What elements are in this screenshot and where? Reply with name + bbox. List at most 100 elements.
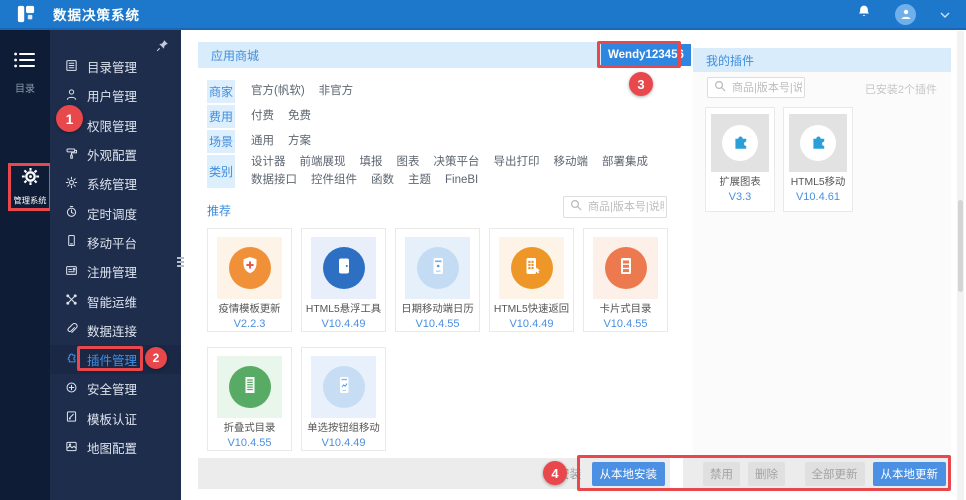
local-update-button[interactable]: 从本地更新 <box>872 461 946 486</box>
update-all-button[interactable]: 全部更新 <box>804 461 865 486</box>
sidebar-item-schedule[interactable]: 定时调度 <box>50 198 181 227</box>
rail-admin-label: 管理系统 <box>13 196 47 206</box>
filter-option[interactable]: 通用 <box>251 134 274 149</box>
plugin-version: V10.4.49 <box>509 318 554 330</box>
id-card-icon <box>65 264 78 280</box>
my-plugins-panel: 我的插件 已安装2个插件 扩展图表 V3.3 HTML5移动 V10.4.61 <box>693 48 951 457</box>
plugin-version: V2.2.3 <box>233 318 266 330</box>
plugin-version: V10.4.55 <box>603 318 648 330</box>
store-search-input[interactable] <box>586 200 666 214</box>
filter-option[interactable]: 方案 <box>288 134 311 149</box>
filter-option[interactable]: 数据接口 <box>251 173 297 188</box>
sidebar-item-label: 外观配置 <box>87 149 138 164</box>
catalog-icon <box>65 59 78 75</box>
delete-button[interactable]: 删除 <box>748 461 785 486</box>
filter-option[interactable]: 移动端 <box>554 155 589 170</box>
sidebar-item-label: 数据连接 <box>87 324 138 339</box>
plugin-version: V10.4.55 <box>227 437 272 449</box>
sidebar-item-users[interactable]: 用户管理 <box>50 81 181 110</box>
filter-option[interactable]: 导出打印 <box>494 155 540 170</box>
my-plugins-footer-bar: 禁用 删除 全部更新 从本地更新 <box>683 458 951 489</box>
my-plugins-search-input[interactable] <box>730 80 804 95</box>
filter-option[interactable]: 非官方 <box>319 84 354 99</box>
sidebar-collapse-handle[interactable] <box>177 257 184 269</box>
filter-label: 场景 <box>207 130 235 153</box>
filter-option[interactable]: 部署集成 <box>602 155 648 170</box>
filter-row: 商家 官方(帆软) 非官方 <box>207 80 668 103</box>
filter-option[interactable]: FineBI <box>445 173 478 188</box>
sidebar-item-permissions[interactable]: 权限管理 <box>50 111 181 140</box>
my-plugins-search <box>707 77 805 98</box>
plugin-card[interactable]: 折叠式目录 V10.4.55 <box>207 347 292 451</box>
disable-button[interactable]: 禁用 <box>703 461 740 486</box>
sidebar-item-label: 插件管理 <box>87 354 138 369</box>
plugin-name: HTML5快速返回 <box>493 303 570 315</box>
installed-plugin-card[interactable]: 扩展图表 V3.3 <box>705 107 775 212</box>
store-title: 应用商城 <box>211 48 260 63</box>
plugin-name: 扩展图表 <box>719 176 761 188</box>
plugin-card[interactable]: HTML5快速返回 V10.4.49 <box>489 228 574 332</box>
filter-option[interactable]: 函数 <box>371 173 394 188</box>
filter-option[interactable]: 前端展现 <box>300 155 346 170</box>
plugin-card[interactable]: 卡片式目录 V10.4.55 <box>583 228 668 332</box>
search-icon <box>714 79 726 97</box>
local-install-button[interactable]: 从本地安装 <box>591 461 665 486</box>
gear-icon <box>21 167 40 191</box>
plugin-card[interactable]: HTML5悬浮工具 V10.4.49 <box>301 228 386 332</box>
sidebar-item-map-config[interactable]: 地图配置 <box>50 433 181 462</box>
plugin-glyph-icon <box>520 254 544 283</box>
sidebar-item-label: 注册管理 <box>87 266 138 281</box>
plugin-version: V10.4.49 <box>321 318 366 330</box>
sidebar-item-template-cert[interactable]: 模板认证 <box>50 404 181 433</box>
rail-item-admin-system[interactable]: 管理系统 <box>8 163 52 211</box>
doc-pen-icon <box>65 410 78 426</box>
sidebar-item-security[interactable]: 安全管理 <box>50 374 181 403</box>
store-filters: 商家 官方(帆软) 非官方 费用 付费 免费 场景 通用 方案 类别 设计器 前端展现 填报 图表 决策平台… <box>207 80 668 190</box>
plugin-glyph-icon <box>238 254 262 283</box>
filter-row: 类别 设计器 前端展现 填报 图表 决策平台 导出打印 移动端 部署集成 数据接口 控件组件 函数 主题… <box>207 155 668 188</box>
filter-label: 商家 <box>207 80 235 103</box>
plugin-card-image <box>405 237 470 299</box>
chevron-down-icon[interactable] <box>940 5 950 23</box>
plugin-card[interactable]: 疫情模板更新 V2.2.3 <box>207 228 292 332</box>
sidebar-item-system[interactable]: 系统管理 <box>50 169 181 198</box>
filter-option[interactable]: 免费 <box>288 109 311 124</box>
plugin-card-image <box>789 114 847 172</box>
sidebar-item-registration[interactable]: 注册管理 <box>50 257 181 286</box>
filter-option[interactable]: 填报 <box>360 155 383 170</box>
sidebar-item-label: 智能运维 <box>87 295 138 310</box>
store-footer-bar: 安装 从本地安装 <box>198 458 670 489</box>
installed-plugin-card[interactable]: HTML5移动 V10.4.61 <box>783 107 853 212</box>
sidebar-item-appearance[interactable]: 外观配置 <box>50 140 181 169</box>
rail-item-directory[interactable]: 目录 <box>0 52 50 95</box>
directory-list-icon <box>14 52 36 72</box>
plugin-card-image <box>711 114 769 172</box>
plugin-card[interactable]: 单选按钮组移动 V10.4.49 <box>301 347 386 451</box>
mobile-icon <box>65 234 78 250</box>
plugin-card-image <box>593 237 658 299</box>
filter-option[interactable]: 设计器 <box>251 155 286 170</box>
sidebar-item-intelligent-ops[interactable]: 智能运维 <box>50 286 181 315</box>
user-avatar[interactable] <box>895 3 916 25</box>
sidebar-item-data-connection[interactable]: 数据连接 <box>50 316 181 345</box>
filter-option[interactable]: 决策平台 <box>434 155 480 170</box>
sidebar-item-label: 安全管理 <box>87 383 138 398</box>
filter-option[interactable]: 主题 <box>408 173 431 188</box>
filter-option[interactable]: 付费 <box>251 109 274 124</box>
filter-option[interactable]: 控件组件 <box>311 173 357 188</box>
logged-in-user-button[interactable]: Wendy123456 <box>601 44 691 66</box>
filter-option[interactable]: 图表 <box>397 155 420 170</box>
rail-directory-label: 目录 <box>15 84 35 95</box>
sidebar-item-label: 定时调度 <box>87 207 138 222</box>
plugin-card-image <box>217 237 282 299</box>
sidebar-item-plugin-management[interactable]: 插件管理 <box>50 344 181 375</box>
plugin-card-image <box>217 356 282 418</box>
scrollbar-thumb[interactable] <box>958 200 963 292</box>
install-label: 安装 <box>557 467 582 481</box>
bell-icon[interactable] <box>857 4 871 24</box>
sidebar-item-catalog[interactable]: 目录管理 <box>50 52 181 81</box>
sidebar-item-mobile-platform[interactable]: 移动平台 <box>50 228 181 257</box>
plugin-card[interactable]: 日期移动端日历 V10.4.55 <box>395 228 480 332</box>
stopwatch-icon <box>65 205 78 221</box>
filter-option[interactable]: 官方(帆软) <box>251 84 305 99</box>
